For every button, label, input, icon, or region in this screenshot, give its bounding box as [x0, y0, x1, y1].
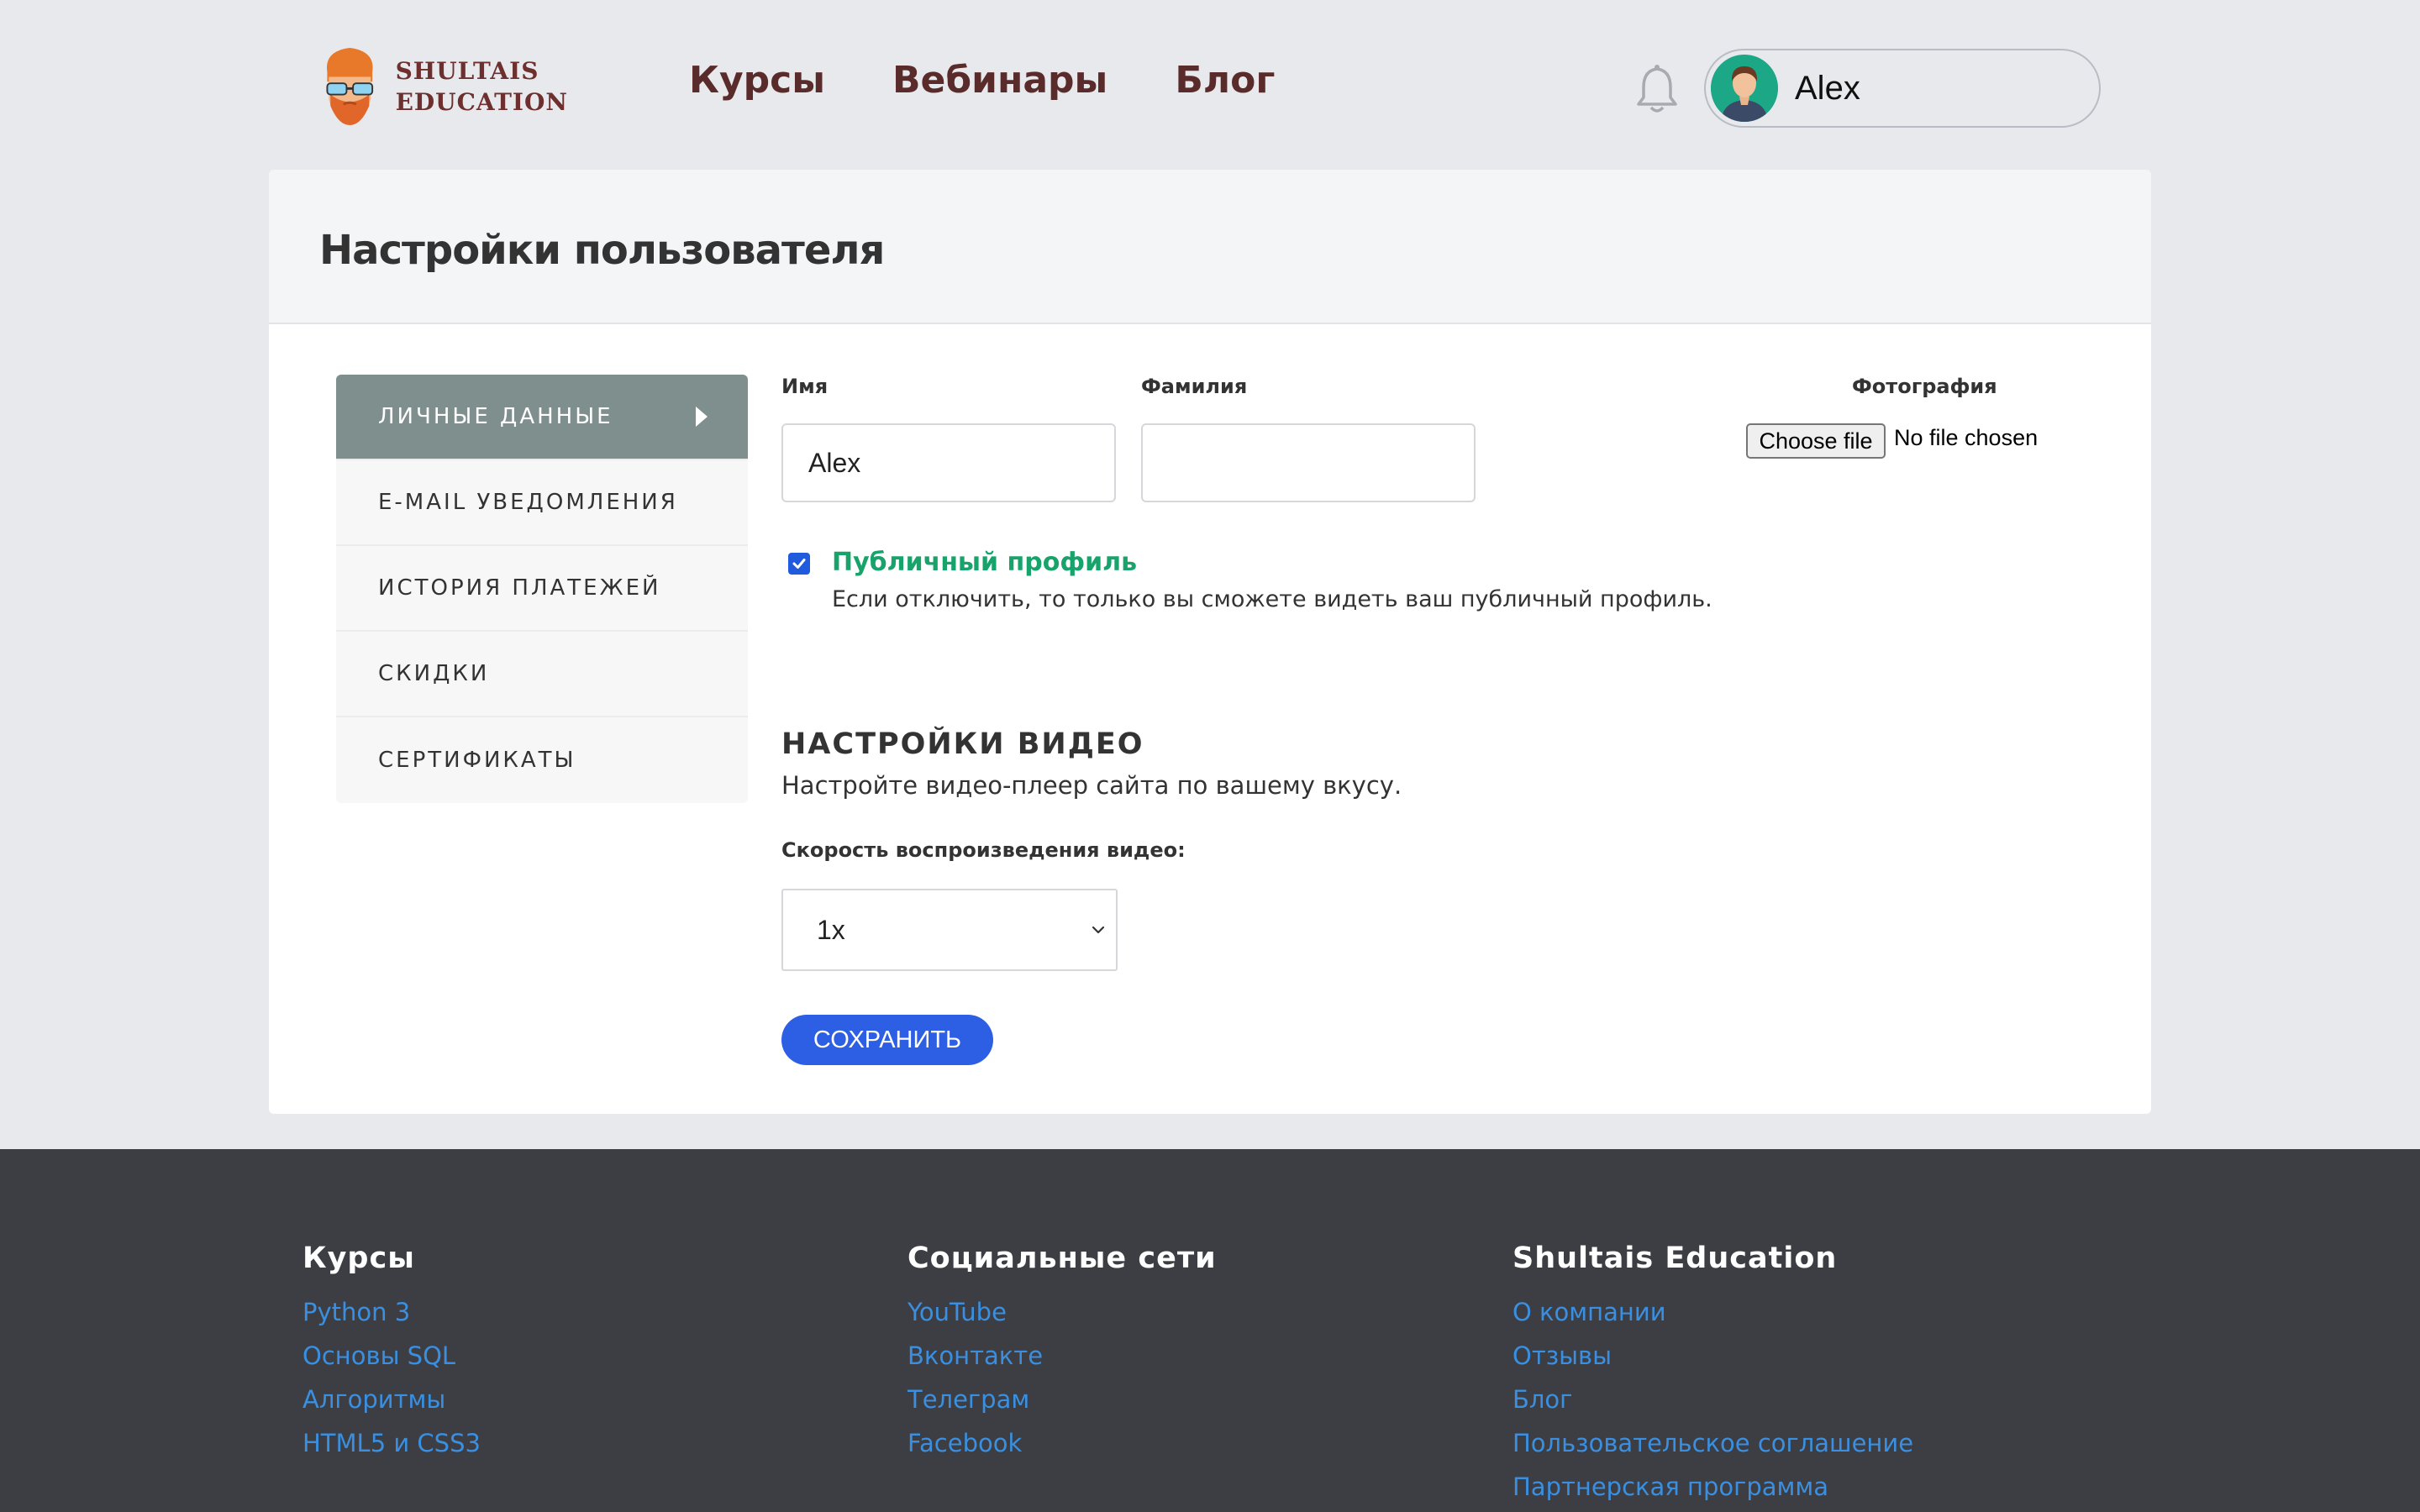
sidebar-item-label: ЛИЧНЫЕ ДАННЫЕ [378, 404, 613, 429]
last-name-field[interactable] [1141, 423, 1476, 502]
footer-link[interactable]: Алгоритмы [302, 1378, 481, 1421]
last-name-label: Фамилия [1141, 375, 1248, 398]
public-profile-checkbox[interactable] [788, 553, 810, 575]
sidebar-item-label: E-MAIL УВЕДОМЛЕНИЯ [378, 490, 678, 515]
nav-courses[interactable]: Курсы [689, 59, 825, 102]
playback-speed-label: Скорость воспроизведения видео: [781, 838, 1186, 862]
save-button[interactable]: СОХРАНИТЬ [781, 1015, 993, 1065]
footer-link[interactable]: Партнерская программа [1512, 1465, 1913, 1509]
footer-link[interactable]: Facebook [908, 1421, 1217, 1465]
site-footer: Курсы Python 3 Основы SQL Алгоритмы HTML… [0, 1149, 2420, 1512]
sidebar-item-label: СЕРТИФИКАТЫ [378, 748, 576, 773]
card-header: Настройки пользователя [269, 170, 2151, 324]
choose-file-button[interactable]: Choose file [1746, 423, 1886, 459]
footer-link[interactable]: Основы SQL [302, 1334, 481, 1378]
logo-text: SHULTAIS EDUCATION [396, 55, 568, 118]
settings-card: Настройки пользователя ЛИЧНЫЕ ДАННЫЕ E-M… [269, 170, 2151, 1114]
chevron-down-icon [1092, 926, 1105, 934]
nav-webinars[interactable]: Вебинары [892, 59, 1107, 102]
page-title: Настройки пользователя [319, 227, 885, 274]
checkmark-icon [792, 559, 806, 569]
site-logo[interactable]: SHULTAIS EDUCATION [316, 40, 568, 133]
public-profile-help: Если отключить, то только вы сможете вид… [832, 586, 1712, 612]
footer-column-courses: Курсы Python 3 Основы SQL Алгоритмы HTML… [302, 1242, 481, 1465]
footer-column-company: Shultais Education О компании Отзывы Бло… [1512, 1242, 1913, 1509]
sidebar-item-email-notifications[interactable]: E-MAIL УВЕДОМЛЕНИЯ [336, 460, 748, 546]
footer-link[interactable]: Пользовательское соглашение [1512, 1421, 1913, 1465]
site-header: SHULTAIS EDUCATION Курсы Вебинары Блог A… [0, 0, 2420, 170]
sidebar-item-payment-history[interactable]: ИСТОРИЯ ПЛАТЕЖЕЙ [336, 546, 748, 632]
first-name-field[interactable] [781, 423, 1116, 502]
public-profile-label[interactable]: Публичный профиль [832, 548, 1137, 577]
footer-link[interactable]: YouTube [908, 1290, 1217, 1334]
logo-line-2: EDUCATION [395, 88, 568, 116]
bell-icon[interactable] [1634, 64, 1681, 114]
footer-column-title: Социальные сети [908, 1242, 1217, 1275]
sidebar-item-certificates[interactable]: СЕРТИФИКАТЫ [336, 717, 748, 803]
footer-link[interactable]: Python 3 [302, 1290, 481, 1334]
nav-blog[interactable]: Блог [1175, 59, 1275, 102]
video-settings-subtitle: Настройте видео-плеер сайта по вашему вк… [781, 771, 1402, 800]
sidebar-item-label: ИСТОРИЯ ПЛАТЕЖЕЙ [378, 575, 661, 601]
main-nav: Курсы Вебинары Блог [689, 59, 1342, 102]
logo-line-1: SHULTAIS [395, 57, 539, 85]
footer-link[interactable]: Блог [1512, 1378, 1913, 1421]
settings-sidebar: ЛИЧНЫЕ ДАННЫЕ E-MAIL УВЕДОМЛЕНИЯ ИСТОРИЯ… [336, 375, 748, 803]
footer-link[interactable]: HTML5 и CSS3 [302, 1421, 481, 1465]
footer-link[interactable]: Телеграм [908, 1378, 1217, 1421]
footer-column-social: Социальные сети YouTube Вконтакте Телегр… [908, 1242, 1217, 1465]
playback-speed-value: 1x [817, 914, 845, 945]
sidebar-item-discounts[interactable]: СКИДКИ [336, 632, 748, 717]
photo-label: Фотография [1852, 375, 1997, 398]
first-name-label: Имя [781, 375, 829, 398]
playback-speed-select[interactable]: 1x [781, 889, 1118, 971]
file-status-text: No file chosen [1894, 425, 2039, 450]
user-name: Alex [1795, 69, 1860, 107]
video-settings-title: НАСТРОЙКИ ВИДЕО [781, 727, 1144, 761]
sidebar-item-personal-data[interactable]: ЛИЧНЫЕ ДАННЫЕ [336, 375, 748, 460]
footer-link[interactable]: Отзывы [1512, 1334, 1913, 1378]
footer-column-title: Курсы [302, 1242, 415, 1275]
footer-column-title: Shultais Education [1512, 1242, 1838, 1275]
footer-link[interactable]: О компании [1512, 1290, 1913, 1334]
footer-link[interactable]: Вконтакте [908, 1334, 1217, 1378]
user-avatar [1711, 55, 1778, 122]
sidebar-item-label: СКИДКИ [378, 661, 490, 686]
logo-mascot-icon [326, 47, 374, 126]
user-menu-button[interactable]: Alex [1704, 49, 2101, 128]
caret-right-icon [696, 407, 708, 427]
